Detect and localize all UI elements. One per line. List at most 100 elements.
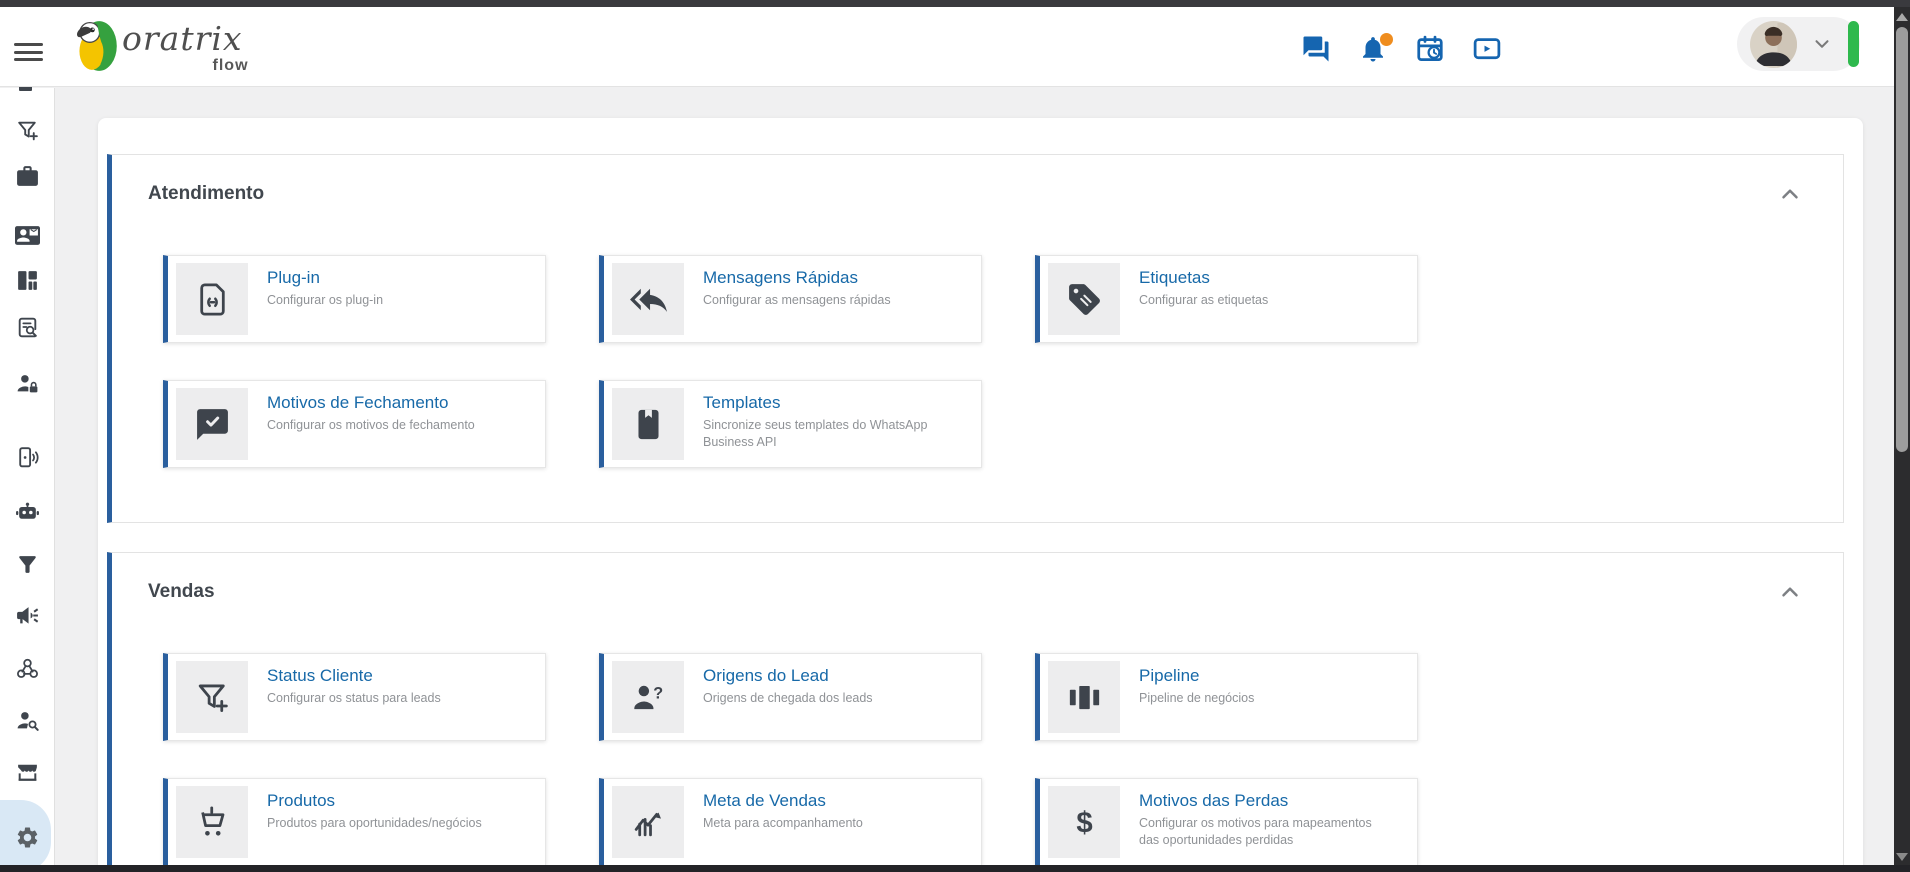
card-etiquetas[interactable]: Etiquetas Configurar as etiquetas [1035,255,1418,343]
carousel-icon [1069,685,1099,709]
sidebar-item-filter[interactable] [0,544,55,584]
menu-toggle-button[interactable] [14,43,43,61]
filter-icon [19,555,36,573]
user-menu[interactable] [1737,17,1860,71]
status-indicator [1848,21,1859,67]
video-tutorials-icon [1473,38,1501,60]
card-subtitle: Configurar as etiquetas [1139,293,1269,308]
phone-ring-icon [19,446,39,467]
card-title: Motivos de Fechamento [267,393,449,412]
person-lock-icon [17,374,38,392]
card-title: Produtos [267,791,336,810]
settings-gear-icon [17,827,38,847]
card-title: Origens do Lead [703,666,829,685]
card-subtitle: Origens de chegada dos leads [703,691,873,706]
chevron-up-icon[interactable] [1777,181,1803,207]
card-produtos[interactable]: Produtos Produtos para oportunidades/neg… [163,778,546,866]
sidebar-item-briefcase[interactable] [0,156,55,196]
contact-card-icon [15,225,40,245]
card-title: Etiquetas [1139,268,1210,287]
card-title: Plug-in [267,268,320,287]
page-scrollbar[interactable] [1894,7,1910,872]
window-top-edge [0,0,1910,7]
dollar-icon: $ [1076,806,1092,839]
sidebar-item-settings[interactable] [0,817,55,857]
card-status-cliente[interactable]: Status Cliente Configurar os status para… [163,653,546,741]
card-subtitle: Configurar os status para leads [267,691,441,706]
sidebar-item-phone-ring[interactable] [0,437,55,477]
webhook-icon [17,658,38,678]
notifications-button[interactable] [1358,33,1393,64]
card-subtitle: Configurar os motivos para mapeamentos d… [1139,816,1372,848]
section-title: Vendas [148,581,215,602]
sidebar-item-webhook[interactable] [0,648,55,688]
parrot-logo-icon [77,21,117,71]
card-motivos-das-perdas[interactable]: $ Motivos das Perdas Configurar os motiv… [1035,778,1418,866]
sidebar-item-campaigns[interactable] [0,595,55,635]
document-search-icon [18,317,37,337]
settings-panel: Atendimento Plug-in Configurar os plug-i… [98,118,1863,872]
card-subtitle: Pipeline de negócios [1139,691,1255,706]
card-motivos-fechamento[interactable]: Motivos de Fechamento Configurar os moti… [163,380,546,468]
card-pipeline[interactable]: Pipeline Pipeline de negócios [1035,653,1418,741]
robot-icon [16,502,39,519]
sidebar-item-person-search[interactable] [0,700,55,740]
chevron-down-icon [1815,40,1829,48]
scrollbar-thumb[interactable] [1896,27,1908,452]
filter-plus-icon [18,121,38,140]
template-icon [637,409,659,439]
dashboard-blocks-icon [18,270,37,290]
svg-text:?: ? [653,684,663,702]
sidebar-item-filter-plus[interactable] [0,110,55,150]
chat-check-icon [196,408,228,440]
card-subtitle: Configurar os plug-in [267,293,384,308]
brand-tagline: flow [212,57,249,74]
card-title: Meta de Vendas [703,791,826,810]
card-subtitle: Configurar os motivos de fechamento [267,418,475,433]
card-templates[interactable]: Templates Sincronize seus templates do W… [599,380,982,468]
brand-name: oratrix [122,19,243,58]
sidebar-item-person-lock[interactable] [0,363,55,403]
cart-icon [200,805,224,836]
avatar [1750,20,1797,68]
sidebar-item-contacts[interactable] [0,215,55,255]
video-tutorials-button[interactable] [1472,34,1502,64]
sidebar-item-document-search[interactable] [0,307,55,347]
section-vendas: Vendas Status Cliente Configurar os stat… [107,552,1844,872]
card-meta-de-vendas[interactable]: Meta de Vendas Meta para acompanhamento [599,778,982,866]
window-bottom-edge [0,865,1910,872]
sidebar-item-chatbot[interactable] [0,492,55,532]
scroll-down-arrow[interactable] [1896,853,1908,861]
card-mensagens-rapidas[interactable]: Mensagens Rápidas Configurar as mensagen… [599,255,982,343]
briefcase-icon [17,165,38,186]
card-subtitle: Produtos para oportunidades/negócios [267,816,482,831]
svg-text:$: $ [1076,806,1092,839]
sidebar-item-storefront[interactable] [0,752,55,792]
section-title: Atendimento [148,183,265,204]
card-title: Templates [703,393,781,412]
card-origens-do-lead[interactable]: ? Origens do Lead Origens de chegada dos… [599,653,982,741]
card-plug-in[interactable]: Plug-in Configurar os plug-in [163,255,546,343]
unread-badge [1380,33,1393,46]
card-subtitle: Meta para acompanhamento [703,816,863,831]
chevron-up-icon[interactable] [1777,579,1803,605]
calendar-clock-icon [1417,35,1443,61]
chat-button[interactable] [1301,34,1331,64]
card-title: Motivos das Perdas [1139,791,1289,810]
calendar-button[interactable] [1415,34,1445,64]
storefront-icon [18,764,37,781]
sidebar-item-dashboard[interactable] [0,260,55,300]
card-title: Pipeline [1139,666,1200,685]
filter-plus-icon [198,684,228,712]
person-search-icon [17,711,39,731]
card-title: Mensagens Rápidas [703,268,858,287]
section-atendimento: Atendimento Plug-in Configurar os plug-i… [107,154,1844,523]
person-question-icon: ? [633,684,663,709]
scroll-up-arrow[interactable] [1896,13,1908,21]
tag-icon [1068,283,1100,315]
card-subtitle: Configurar as mensagens rápidas [703,293,891,308]
plugin-file-icon [199,282,225,316]
card-title: Status Cliente [267,666,373,685]
chart-arrow-icon [634,811,661,836]
megaphone-icon [17,606,39,624]
